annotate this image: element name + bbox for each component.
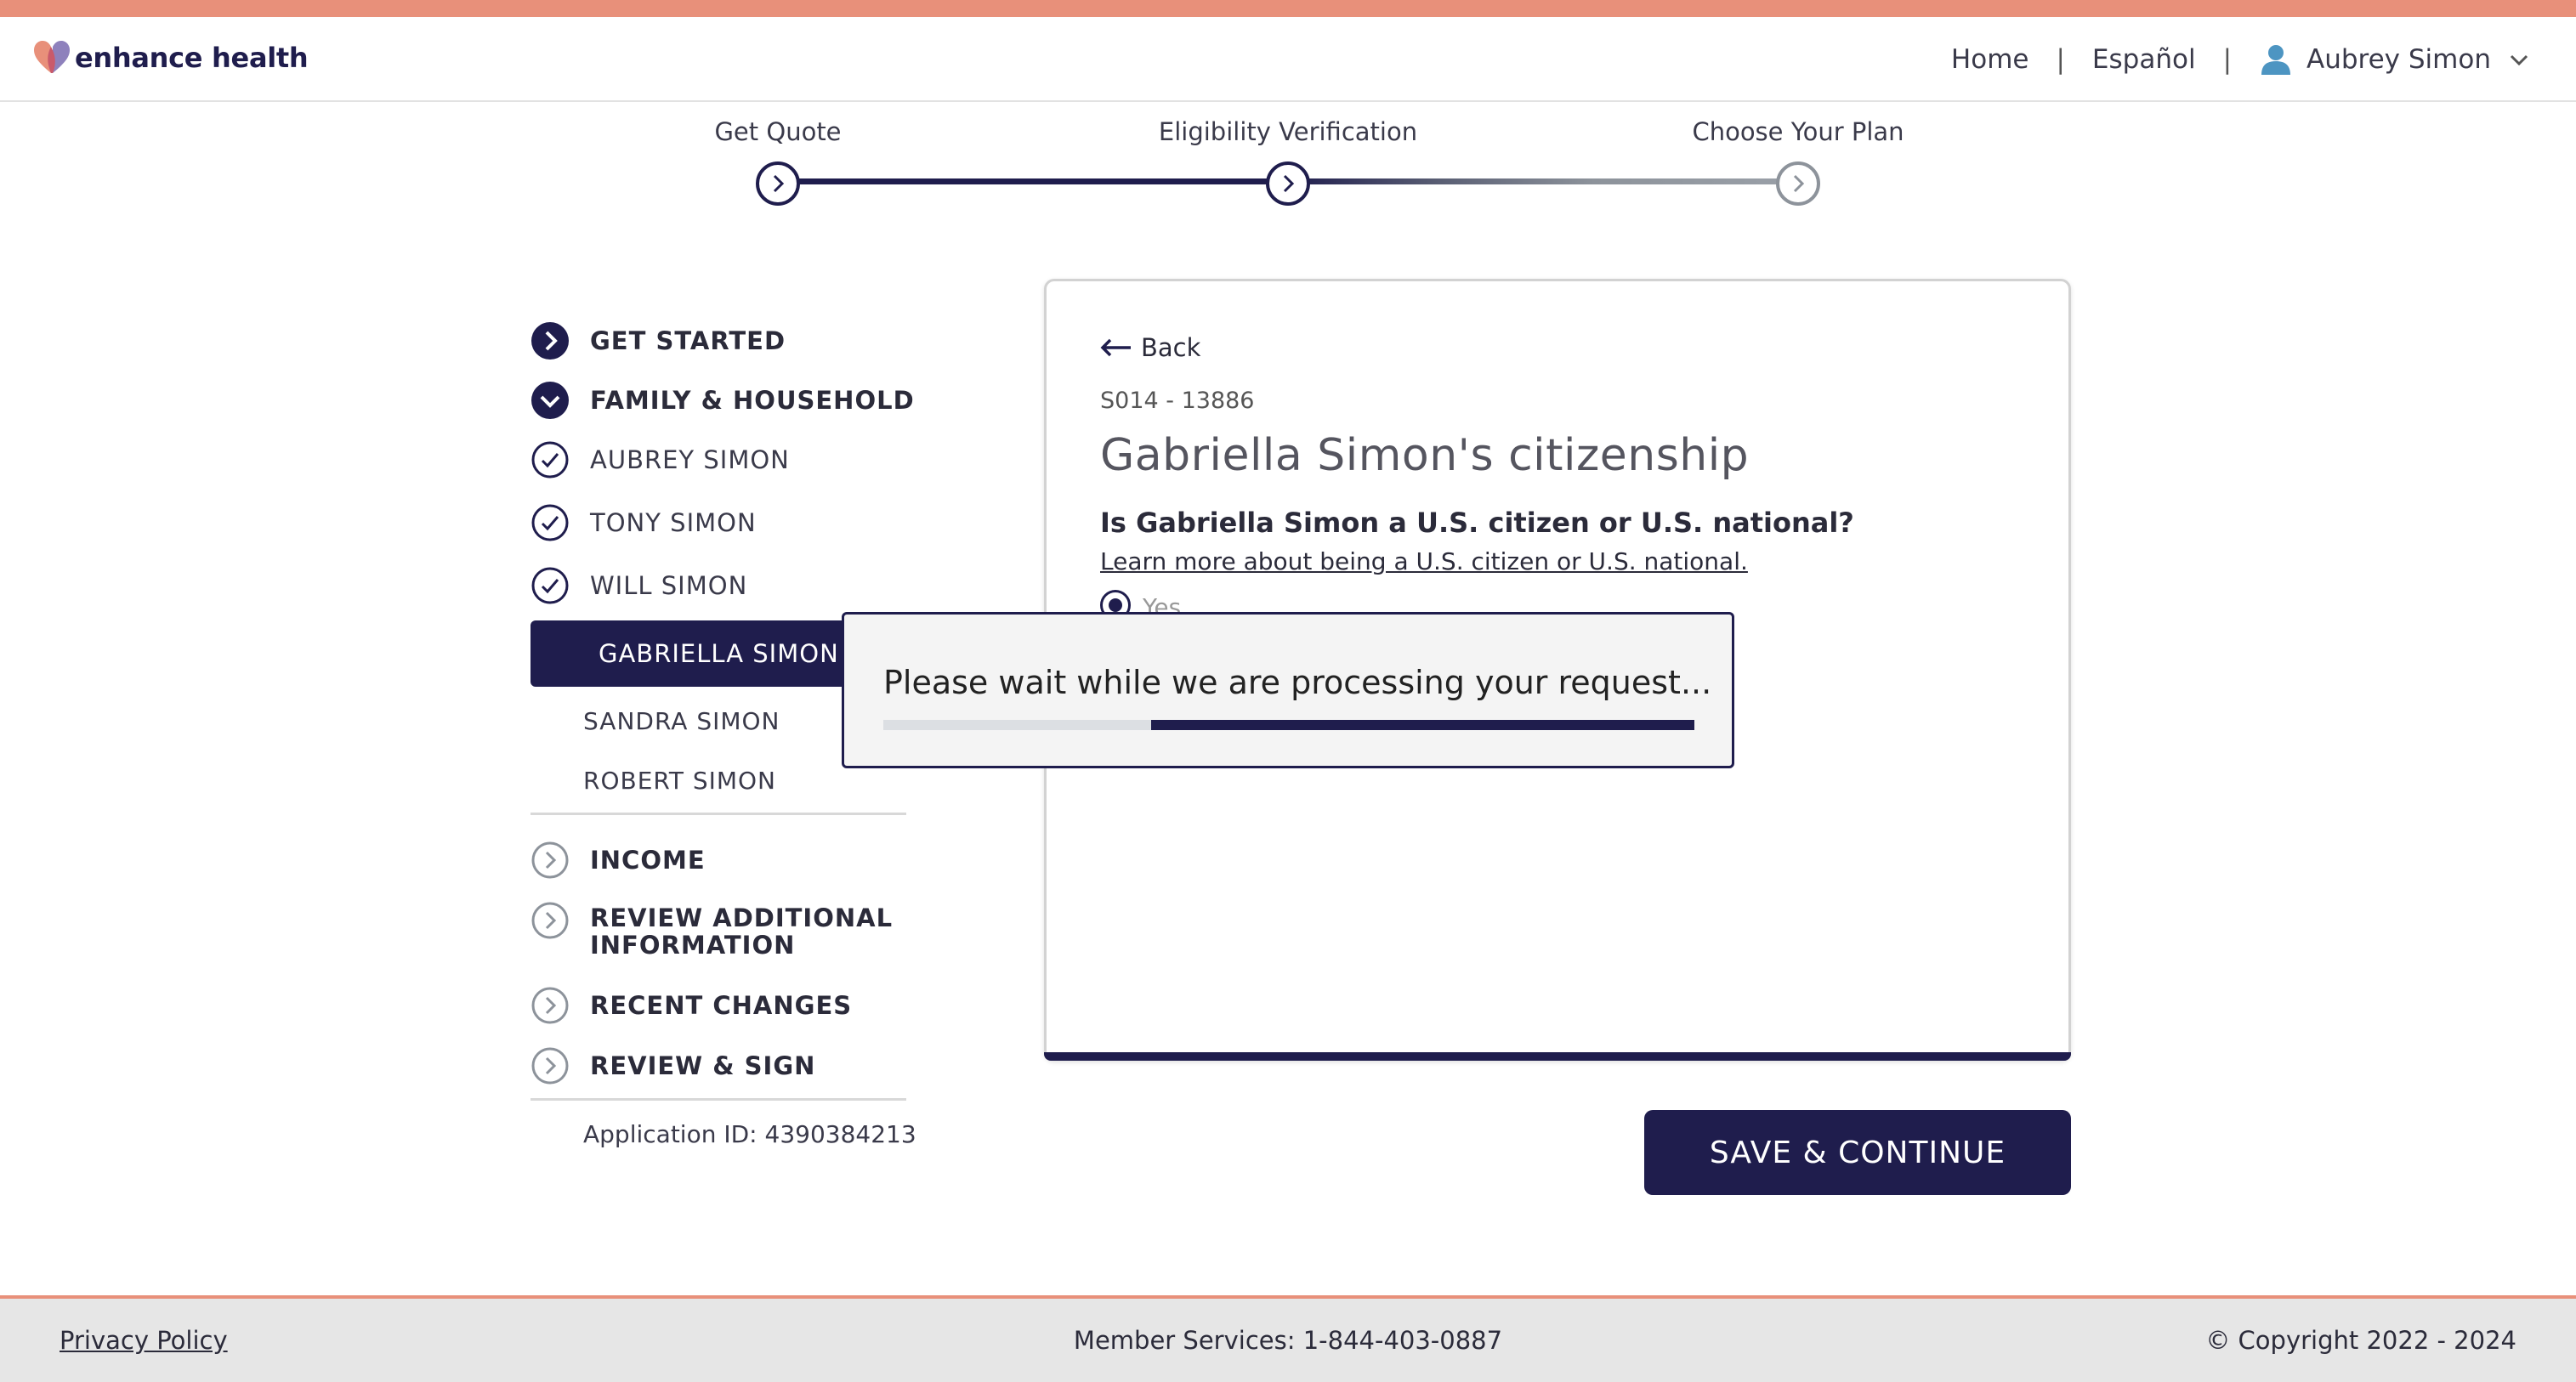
chevron-right-circle-filled-icon — [531, 322, 569, 360]
processing-message: Please wait while we are processing your… — [883, 664, 1712, 701]
chevron-right-icon — [773, 174, 785, 193]
check-circle-icon — [531, 504, 569, 541]
step-label-get-quote: Get Quote — [714, 117, 842, 146]
chevron-right-icon — [1793, 174, 1805, 193]
step-label-eligibility: Eligibility Verification — [1158, 117, 1418, 146]
chevron-right-circle-outline-icon — [531, 1047, 569, 1085]
stepper-line-complete — [778, 178, 1288, 184]
card-bottom-bar — [1044, 1052, 2071, 1061]
heart-logo-icon — [34, 41, 70, 73]
step-choose-plan[interactable] — [1776, 161, 1820, 206]
sidebar-divider — [531, 1098, 906, 1101]
sidebar-item-label: FAMILY & HOUSEHOLD — [590, 386, 915, 415]
user-icon — [2261, 45, 2291, 75]
processing-progress-track — [883, 720, 1694, 730]
header: enhance health Home | Español | Aubrey S… — [0, 17, 2576, 102]
chevron-right-icon — [1283, 174, 1295, 193]
sidebar-item-label: RECENT CHANGES — [590, 991, 853, 1020]
processing-dialog: Please wait while we are processing your… — [842, 612, 1734, 768]
nav-separator: | — [2222, 44, 2233, 75]
back-link[interactable]: Back — [1100, 333, 1200, 362]
chevron-down-icon[interactable] — [2508, 48, 2530, 71]
chevron-right-circle-outline-icon — [531, 987, 569, 1024]
top-nav: Home | Español | Aubrey Simon — [1951, 42, 2530, 76]
step-get-quote[interactable] — [756, 161, 800, 206]
save-continue-button[interactable]: SAVE & CONTINUE — [1644, 1110, 2071, 1195]
processing-progress-fill — [1150, 720, 1694, 730]
sidebar-item-income[interactable]: INCOME — [531, 841, 706, 880]
step-eligibility[interactable] — [1266, 161, 1310, 206]
sidebar-member-label: TONY SIMON — [590, 508, 757, 537]
sidebar-item-get-started[interactable]: GET STARTED — [531, 321, 786, 360]
brand-name: enhance health — [75, 42, 309, 74]
sidebar-member-tony[interactable]: TONY SIMON — [531, 503, 757, 542]
application-id: Application ID: 4390384213 — [583, 1120, 916, 1148]
check-circle-icon — [531, 441, 569, 479]
back-label: Back — [1141, 333, 1201, 362]
sidebar-item-review-sign[interactable]: REVIEW & SIGN — [531, 1046, 815, 1085]
top-accent-bar — [0, 0, 2576, 17]
language-link[interactable]: Español — [2092, 44, 2196, 75]
nav-separator: | — [2056, 44, 2065, 75]
copyright: © Copyright 2022 - 2024 — [2205, 1326, 2516, 1355]
sidebar-item-family-household[interactable]: FAMILY & HOUSEHOLD — [531, 381, 915, 420]
sidebar-item-label: INCOME — [590, 846, 706, 875]
step-label-choose-plan: Choose Your Plan — [1692, 117, 1904, 146]
citizenship-question: Is Gabriella Simon a U.S. citizen or U.S… — [1100, 507, 1854, 539]
footer: Privacy Policy Member Services: 1-844-40… — [0, 1295, 2576, 1382]
sidebar-member-sandra[interactable]: SANDRA SIMON — [583, 707, 780, 735]
screen-code: S014 - 13886 — [1100, 388, 1255, 414]
sidebar-item-review-additional[interactable]: REVIEW ADDITIONAL INFORMATION — [531, 901, 896, 959]
sidebar-item-label: GET STARTED — [590, 326, 786, 355]
sidebar-member-will[interactable]: WILL SIMON — [531, 566, 747, 605]
chevron-down-circle-filled-icon — [531, 382, 569, 419]
sidebar-member-label: AUBREY SIMON — [590, 445, 790, 474]
user-name[interactable]: Aubrey Simon — [2306, 44, 2491, 75]
learn-more-link[interactable]: Learn more about being a U.S. citizen or… — [1100, 547, 1748, 575]
chevron-right-circle-outline-icon — [531, 841, 569, 879]
logo[interactable]: enhance health — [32, 39, 309, 76]
sidebar-member-aubrey[interactable]: AUBREY SIMON — [531, 440, 790, 479]
page-title: Gabriella Simon's citizenship — [1100, 430, 1750, 481]
sidebar-item-recent-changes[interactable]: RECENT CHANGES — [531, 986, 852, 1025]
stepper-line-partial — [1288, 178, 1798, 184]
check-circle-icon — [531, 567, 569, 604]
arrow-left-icon — [1100, 338, 1131, 357]
member-services: Member Services: 1-844-403-0887 — [1073, 1326, 1503, 1355]
sidebar-member-gabriella-active[interactable]: GABRIELLA SIMON — [531, 620, 862, 687]
sidebar-item-label: REVIEW ADDITIONAL INFORMATION — [590, 903, 894, 960]
sidebar-member-label: WILL SIMON — [590, 571, 748, 600]
chevron-right-circle-outline-icon — [531, 902, 569, 939]
sidebar-item-label: REVIEW & SIGN — [590, 1051, 816, 1080]
home-link[interactable]: Home — [1951, 44, 2029, 75]
sidebar-member-robert[interactable]: ROBERT SIMON — [583, 767, 776, 795]
sidebar-divider — [531, 813, 906, 815]
privacy-policy-link[interactable]: Privacy Policy — [60, 1326, 228, 1355]
